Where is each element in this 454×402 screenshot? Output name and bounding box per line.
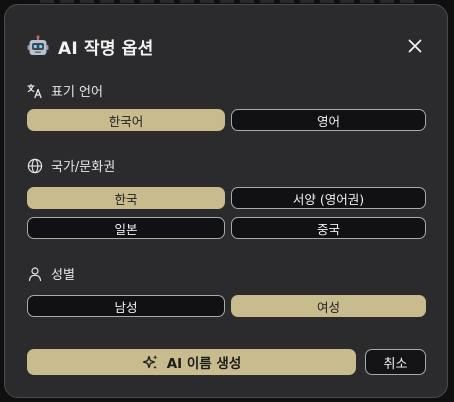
gender-option-male[interactable]: 남성 — [27, 295, 225, 317]
generate-button-label: AI 이름 생성 — [166, 356, 242, 372]
close-button[interactable] — [403, 34, 427, 58]
cancel-button-label: 취소 — [383, 356, 408, 372]
option-label: 여성 — [316, 299, 340, 315]
dialog-header: AI 작명 옵션 — [27, 31, 427, 61]
robot-icon — [27, 35, 49, 55]
culture-section-label: 국가/문화권 — [27, 156, 115, 175]
background-text — [40, 0, 420, 3]
cancel-button[interactable]: 취소 — [365, 349, 426, 375]
language-label: 표기 언어 — [51, 85, 103, 100]
culture-option-korea[interactable]: 한국 — [27, 187, 225, 209]
dialog-title: AI 작명 옵션 — [58, 38, 154, 59]
globe-icon — [27, 158, 43, 173]
person-icon — [28, 266, 42, 281]
option-label: 영어 — [316, 113, 340, 129]
generate-name-button[interactable]: AI 이름 생성 — [27, 349, 356, 375]
option-label: 서양 (영어권) — [292, 191, 365, 207]
culture-option-china[interactable]: 중국 — [231, 217, 426, 239]
close-icon — [408, 39, 422, 53]
language-option-korean[interactable]: 한국어 — [27, 109, 225, 131]
naming-options-dialog: AI 작명 옵션 표기 언어 한국어 영어 국가/문화권 한국 서양 (영어권) — [4, 4, 448, 398]
translate-icon — [27, 83, 42, 98]
culture-option-japan[interactable]: 일본 — [27, 217, 225, 239]
option-label: 한국어 — [108, 113, 144, 129]
option-label: 한국 — [114, 191, 138, 207]
language-option-english[interactable]: 영어 — [231, 109, 426, 131]
option-label: 중국 — [316, 221, 340, 237]
option-label: 남성 — [114, 299, 138, 315]
gender-label: 성별 — [51, 268, 75, 283]
language-section-label: 표기 언어 — [27, 81, 103, 100]
sparkle-icon — [142, 354, 158, 369]
gender-section-label: 성별 — [27, 264, 75, 283]
option-label: 일본 — [114, 221, 138, 237]
culture-option-western[interactable]: 서양 (영어권) — [231, 187, 426, 209]
gender-option-female[interactable]: 여성 — [231, 295, 426, 317]
culture-label: 국가/문화권 — [51, 160, 116, 175]
